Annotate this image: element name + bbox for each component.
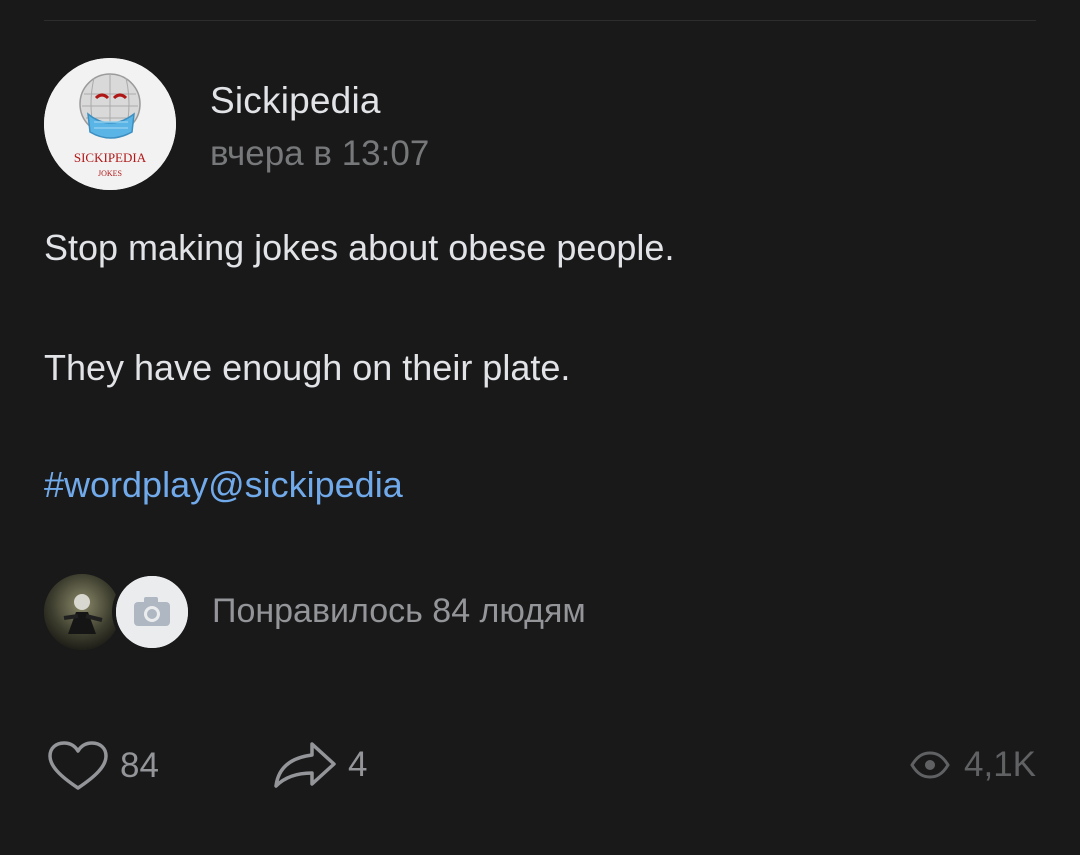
svg-text:JOKES: JOKES [98, 169, 122, 178]
shares-count: 4 [348, 745, 368, 784]
likes-count: 84 [120, 746, 159, 785]
like-button[interactable]: 84 [46, 740, 159, 792]
views-count: 4,1K [964, 745, 1036, 784]
post-text-line-2: They have enough on their plate. [44, 347, 571, 388]
share-button[interactable]: 4 [272, 740, 367, 790]
svg-text:SICKIPEDIA: SICKIPEDIA [74, 150, 147, 165]
liker-avatar-placeholder [112, 572, 192, 652]
share-arrow-icon [274, 742, 336, 788]
likers-avatars[interactable] [44, 572, 204, 652]
top-divider [44, 20, 1036, 21]
post-card: SICKIPEDIA JOKES Sickipedia вчера в 13:0… [0, 0, 1080, 855]
liker-avatar [44, 574, 120, 650]
hashtag-link[interactable]: #wordplay@sickipedia [44, 465, 403, 505]
eye-icon [910, 751, 950, 779]
author-avatar[interactable]: SICKIPEDIA JOKES [44, 58, 176, 190]
likes-summary[interactable]: Понравилось 84 людям [212, 592, 586, 631]
views-counter: 4,1K [910, 745, 1036, 785]
sickipedia-logo-icon: SICKIPEDIA JOKES [44, 58, 176, 190]
post-text-line-1: Stop making jokes about obese people. [44, 227, 675, 268]
author-name[interactable]: Sickipedia [210, 80, 381, 122]
liker-photo-icon [44, 574, 120, 650]
post-time[interactable]: вчера в 13:07 [210, 134, 429, 174]
heart-icon [48, 741, 108, 790]
camera-icon [116, 576, 188, 648]
